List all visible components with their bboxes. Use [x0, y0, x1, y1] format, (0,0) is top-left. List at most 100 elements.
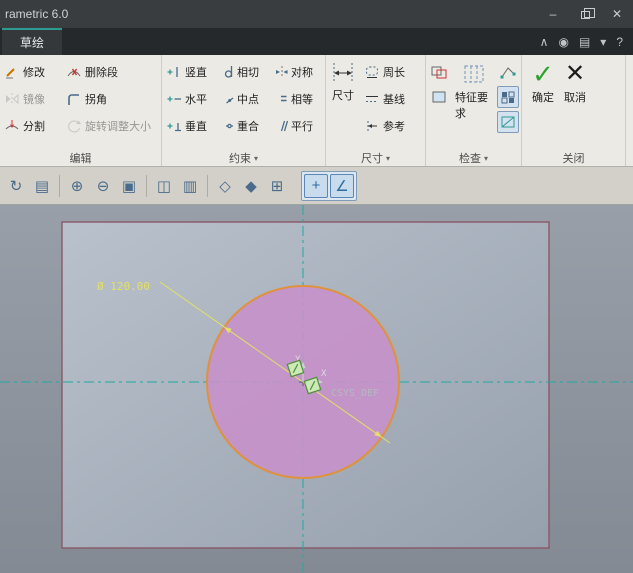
- modify-button[interactable]: 修改: [2, 58, 64, 85]
- csys-label[interactable]: CSYS_DEF: [331, 388, 379, 399]
- x-icon: ✕: [564, 60, 586, 87]
- rotate-resize-icon: [68, 120, 81, 132]
- repaint-icon[interactable]: ↻: [4, 174, 28, 198]
- reference-button[interactable]: 参考: [362, 112, 407, 139]
- saved-orientations-icon[interactable]: ◫: [152, 174, 176, 198]
- perimeter-icon: [366, 66, 378, 78]
- dimension-icon: [333, 63, 353, 83]
- chevron-down-icon: ▾: [253, 153, 258, 163]
- shade-toggle-button[interactable]: [497, 111, 519, 133]
- shaded-view-icon[interactable]: ◆: [239, 174, 263, 198]
- datum-display-filter-icon[interactable]: +: [304, 173, 328, 198]
- minimize-button[interactable]: –: [537, 0, 569, 28]
- collapse-ribbon-icon[interactable]: ∧: [540, 35, 549, 49]
- vertical-constraint-icon: [167, 66, 178, 77]
- zoom-out-icon[interactable]: ⊖: [91, 174, 115, 198]
- cancel-button[interactable]: ✕ 取消: [562, 58, 588, 150]
- corner-label: 拐角: [85, 93, 107, 106]
- tab-sketch[interactable]: 草绘: [2, 28, 63, 55]
- display-filters-box: + ∠: [301, 170, 357, 201]
- rotate-resize-button[interactable]: 旋转调整大小: [64, 112, 158, 139]
- vertical-constraint-button[interactable]: 竖直: [164, 58, 216, 85]
- baseline-button[interactable]: 基线: [362, 85, 407, 112]
- display-filter-icon[interactable]: ▤: [30, 174, 54, 198]
- group-label-close-text: 关闭: [562, 153, 585, 165]
- group-label-close: 关闭: [524, 150, 623, 166]
- horizontal-constraint-label: 水平: [185, 93, 207, 106]
- chevron-down-icon: ▾: [385, 153, 390, 163]
- close-button[interactable]: ✕: [601, 0, 633, 28]
- modify-icon: [6, 67, 15, 78]
- creo-parametric-window: rametric 6.0 – ✕ 草绘 ∧ ◉ ▤ ▾ ? 修改 删除段 镜像 …: [0, 0, 633, 573]
- help-icon[interactable]: ?: [616, 35, 623, 49]
- tangent-constraint-icon: [224, 65, 233, 78]
- toolbar-separator: [207, 174, 208, 197]
- sketch-svg: Ø 120.00 Y X CSYS_DEF: [0, 205, 633, 573]
- corner-button[interactable]: 拐角: [64, 85, 158, 112]
- corner-icon: [68, 93, 79, 105]
- symmetric-constraint-button[interactable]: 对称: [270, 58, 322, 85]
- coincident-constraint-label: 重合: [237, 120, 259, 133]
- feature-requirements-button[interactable]: 特征要求: [453, 58, 494, 150]
- mirror-button[interactable]: 镜像: [2, 85, 64, 112]
- minimize-icon: –: [549, 7, 557, 21]
- highlight-open-ends-button[interactable]: [497, 61, 519, 83]
- tabbar-icons: ∧ ◉ ▤ ▾ ?: [540, 28, 633, 55]
- tangent-constraint-label: 相切: [237, 66, 259, 79]
- sketch-canvas[interactable]: Ø 120.00 Y X CSYS_DEF: [0, 205, 633, 573]
- coincident-constraint-button[interactable]: 重合: [216, 112, 270, 139]
- shade-closed-loops-icon: [432, 91, 446, 103]
- parallel-constraint-icon: [280, 120, 288, 131]
- chevron-down-icon[interactable]: ▾: [600, 35, 606, 49]
- delete-segment-button[interactable]: 删除段: [64, 58, 158, 85]
- presence-icon[interactable]: ◉: [558, 35, 568, 49]
- divide-button[interactable]: 分割: [2, 112, 64, 139]
- window-controls: – ✕: [537, 0, 633, 28]
- diagnostics-toggle-button[interactable]: [497, 86, 519, 108]
- mirror-icon: [6, 92, 19, 105]
- feature-requirements-icon: [464, 65, 483, 83]
- group-label-dimension[interactable]: 尺寸 ▾: [328, 150, 423, 166]
- group-label-inspect[interactable]: 检查 ▾: [428, 150, 519, 166]
- ok-button[interactable]: ✓ 确定: [530, 58, 556, 150]
- ribbon: 修改 删除段 镜像 拐角 分割 旋转调整大小 编辑 竖直 相切 对称 水平 中点…: [0, 55, 633, 167]
- diameter-dimension-value[interactable]: Ø 120.00: [97, 280, 150, 293]
- window-title: rametric 6.0: [5, 7, 69, 21]
- perpendicular-constraint-button[interactable]: 垂直: [164, 112, 216, 139]
- equal-constraint-button[interactable]: 相等: [270, 85, 322, 112]
- view-manager-icon[interactable]: ▥: [178, 174, 202, 198]
- horizontal-constraint-button[interactable]: 水平: [164, 85, 216, 112]
- restore-button[interactable]: [569, 0, 601, 28]
- rotate-resize-label: 旋转调整大小: [85, 120, 151, 133]
- display-style-icon[interactable]: ◇: [213, 174, 237, 198]
- modify-label: 修改: [23, 66, 45, 79]
- symmetric-constraint-icon: [276, 65, 288, 78]
- perpendicular-constraint-icon: [167, 122, 181, 131]
- toolbar-separator: [146, 174, 147, 197]
- midpoint-constraint-label: 中点: [237, 93, 259, 106]
- perimeter-button[interactable]: 周长: [362, 58, 407, 85]
- coincident-constraint-icon: [226, 123, 233, 128]
- group-label-constrain[interactable]: 约束 ▾: [164, 150, 323, 166]
- equal-constraint-icon: [281, 95, 287, 101]
- overlapping-geometry-icon: [431, 66, 447, 79]
- command-locator-icon[interactable]: ▤: [579, 35, 590, 49]
- title-bar: rametric 6.0 – ✕: [0, 0, 633, 28]
- overlapping-geometry-button[interactable]: [428, 61, 450, 83]
- perpendicular-constraint-label: 垂直: [185, 120, 207, 133]
- equal-constraint-label: 相等: [291, 93, 313, 106]
- tab-sketch-label: 草绘: [20, 36, 45, 50]
- shade-closed-loops-button[interactable]: [428, 86, 450, 108]
- grid-icon[interactable]: ⊞: [265, 174, 289, 198]
- midpoint-constraint-button[interactable]: 中点: [216, 85, 270, 112]
- baseline-icon: [366, 95, 378, 102]
- parallel-constraint-label: 平行: [291, 120, 313, 133]
- tangent-constraint-button[interactable]: 相切: [216, 58, 270, 85]
- dimension-button[interactable]: 尺寸: [328, 58, 358, 150]
- zoom-in-icon[interactable]: ⊕: [65, 174, 89, 198]
- delete-segment-icon: [67, 68, 81, 76]
- sketcher-display-filter-icon[interactable]: ∠: [330, 173, 354, 198]
- parallel-constraint-button[interactable]: 平行: [270, 112, 322, 139]
- midpoint-constraint-icon: [226, 96, 234, 104]
- refit-icon[interactable]: ▣: [117, 174, 141, 198]
